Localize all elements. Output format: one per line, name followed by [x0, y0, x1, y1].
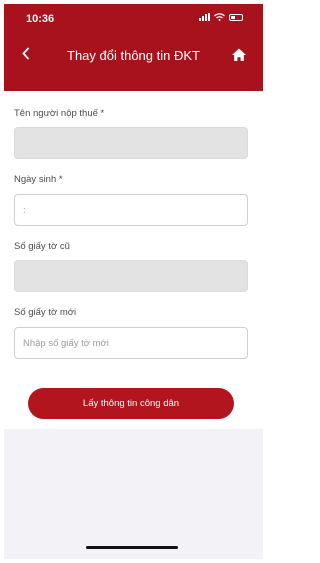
wifi-icon: [214, 13, 225, 21]
form-panel: Tên người nộp thuế * Ngày sinh * : Số gi…: [4, 91, 263, 429]
home-icon[interactable]: [231, 47, 247, 62]
back-button[interactable]: [18, 44, 34, 62]
app-header: 10:36 Thay đổi thông tin ĐKT: [4, 4, 263, 91]
battery-icon: [229, 13, 243, 21]
taxpayer-name-field: [14, 127, 248, 159]
dob-label: Ngày sinh *: [14, 174, 63, 185]
status-time: 10:36: [26, 13, 55, 25]
taxpayer-name-label: Tên người nộp thuế *: [14, 108, 105, 119]
new-id-input[interactable]: Nhập số giấy tờ mới: [14, 327, 248, 359]
signal-icon: [199, 13, 210, 21]
old-id-field: [14, 260, 248, 292]
home-indicator: [86, 546, 178, 549]
chevron-left-icon: [22, 46, 30, 60]
new-id-label: Số giấy tờ mới: [14, 307, 77, 318]
get-citizen-info-button[interactable]: Lấy thông tin công dân: [28, 388, 234, 419]
old-id-label: Số giấy tờ cũ: [14, 241, 70, 252]
dob-field[interactable]: :: [14, 194, 248, 226]
status-icons: [199, 13, 243, 21]
page-title: Thay đổi thông tin ĐKT: [67, 48, 200, 63]
phone-screen: 10:36 Thay đổi thông tin ĐKT Tên người n…: [4, 4, 263, 559]
